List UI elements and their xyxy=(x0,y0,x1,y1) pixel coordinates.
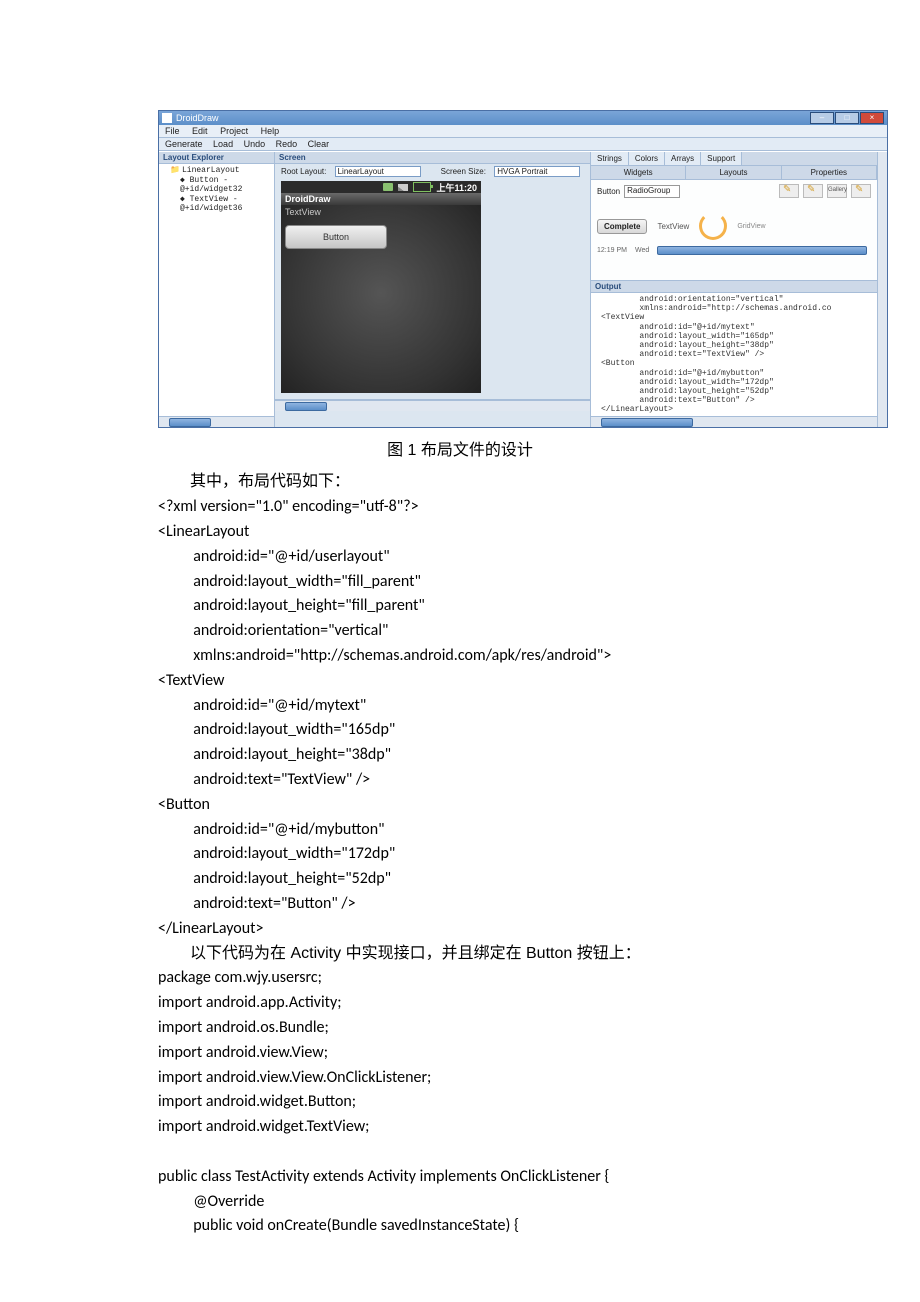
screen-panel-title: Screen xyxy=(275,152,590,164)
tab-properties[interactable]: Properties xyxy=(782,166,877,179)
palette-status-day: Wed xyxy=(635,247,649,254)
tab-strings[interactable]: Strings xyxy=(591,152,629,165)
screen-size-label: Screen Size: xyxy=(441,167,486,176)
document-body: 其中，布局代码如下： <?xml version="1.0" encoding=… xyxy=(158,470,762,1239)
tab-arrays[interactable]: Arrays xyxy=(665,152,701,165)
palette-slider[interactable] xyxy=(657,246,867,255)
window-title: DroidDraw xyxy=(176,113,219,123)
phone-statusbar: 上午11:20 xyxy=(281,181,481,193)
tool-undo[interactable]: Undo xyxy=(244,139,266,149)
signal-icon xyxy=(398,184,408,191)
palette-tabs-row2: Widgets Layouts Properties xyxy=(591,166,877,180)
palette-button-label: Button xyxy=(597,187,620,196)
output-title: Output xyxy=(591,281,877,293)
palette-widget-icon[interactable] xyxy=(779,184,799,198)
right-scrollbar[interactable] xyxy=(591,416,877,427)
maximize-button[interactable]: □ xyxy=(835,112,859,124)
center-scrollbar[interactable] xyxy=(275,400,590,411)
tool-generate[interactable]: Generate xyxy=(165,139,203,149)
explorer-scrollbar[interactable] xyxy=(159,416,274,427)
status-time: 上午11:20 xyxy=(436,181,477,194)
droiddraw-window: DroidDraw – □ × File Edit Project Help G… xyxy=(158,110,888,428)
layout-explorer-panel: Layout Explorer LinearLayout ◆ Button - … xyxy=(159,152,275,427)
menu-help[interactable]: Help xyxy=(261,126,280,136)
window-titlebar: DroidDraw – □ × xyxy=(159,111,887,125)
palette-textview-label[interactable]: TextView xyxy=(657,222,689,231)
app-icon xyxy=(162,113,172,123)
tool-clear[interactable]: Clear xyxy=(308,139,330,149)
tree-item-textview[interactable]: ◆ TextView - @+id/widget36 xyxy=(162,195,271,214)
palette-gallery-icon[interactable] xyxy=(827,184,847,198)
palette-tabs-row1: Strings Colors Arrays Support xyxy=(591,152,877,166)
tool-redo[interactable]: Redo xyxy=(276,139,298,149)
palette-widget-icon[interactable] xyxy=(851,184,871,198)
palette-status-time: 12:19 PM xyxy=(597,247,627,254)
widget-palette: Button RadioGroup Complete xyxy=(591,180,877,281)
right-vscrollbar[interactable] xyxy=(877,152,887,427)
output-code[interactable]: android:orientation="vertical" xmlns:and… xyxy=(591,293,877,416)
menu-file[interactable]: File xyxy=(165,126,180,136)
tab-widgets[interactable]: Widgets xyxy=(591,166,686,179)
tree-item-button[interactable]: ◆ Button - @+id/widget32 xyxy=(162,176,271,195)
phone-app-title: DroidDraw xyxy=(281,193,481,205)
tab-layouts[interactable]: Layouts xyxy=(686,166,781,179)
para-activity: 以下代码为在 Activity 中实现接口，并且绑定在 Button 按钮上： xyxy=(158,942,762,967)
battery-icon xyxy=(413,182,431,192)
layout-explorer-title: Layout Explorer xyxy=(159,152,274,164)
tab-colors[interactable]: Colors xyxy=(629,152,665,165)
preview-button[interactable]: Button xyxy=(285,225,387,249)
close-button[interactable]: × xyxy=(860,112,884,124)
minimize-button[interactable]: – xyxy=(810,112,834,124)
palette-gridview-label[interactable]: GridView xyxy=(737,223,765,230)
palette-complete-button[interactable]: Complete xyxy=(597,219,647,234)
phone-preview[interactable]: DroidDraw TextView Button xyxy=(281,193,481,393)
toolbar: Generate Load Undo Redo Clear xyxy=(159,138,887,151)
figure-caption: 图 1 布局文件的设计 xyxy=(158,436,762,460)
tab-support[interactable]: Support xyxy=(701,152,742,165)
layout-tree[interactable]: LinearLayout ◆ Button - @+id/widget32 ◆ … xyxy=(159,164,274,416)
intro-paragraph: 其中，布局代码如下： xyxy=(158,470,762,495)
preview-textview[interactable]: TextView xyxy=(281,205,481,219)
root-layout-select[interactable]: LinearLayout xyxy=(335,166,421,177)
root-layout-label: Root Layout: xyxy=(281,167,326,176)
menu-project[interactable]: Project xyxy=(220,126,248,136)
tool-load[interactable]: Load xyxy=(213,139,233,149)
xml-code-block: <?xml version="1.0" encoding="utf-8"?> <… xyxy=(158,495,762,941)
tree-root[interactable]: LinearLayout xyxy=(162,166,271,176)
android-icon xyxy=(383,183,393,191)
menubar: File Edit Project Help xyxy=(159,125,887,138)
right-panel: Strings Colors Arrays Support Widgets La… xyxy=(590,152,887,427)
screen-size-select[interactable]: HVGA Portrait xyxy=(494,166,580,177)
palette-spinner-icon[interactable] xyxy=(699,212,727,240)
menu-edit[interactable]: Edit xyxy=(192,126,208,136)
palette-radiogroup-input[interactable]: RadioGroup xyxy=(624,185,680,198)
palette-widget-icon[interactable] xyxy=(803,184,823,198)
java-code-block: package com.wjy.usersrc; import android.… xyxy=(158,966,762,1239)
